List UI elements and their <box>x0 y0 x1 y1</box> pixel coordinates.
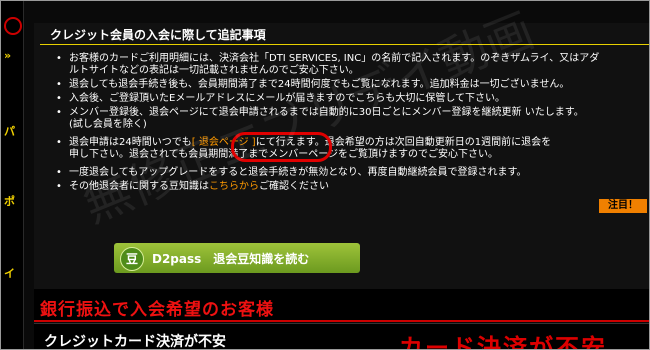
note-tips: その他退会者に関する豆知識はこちらからご確認ください <box>56 181 649 193</box>
bank-transfer-title: 銀行振込で入会希望のお客様 <box>40 300 274 320</box>
note-renewal: メンバー登録後、退会ページにて退会申請されるまでは自動的に30日ごとにメンバー登… <box>56 107 649 131</box>
bank-transfer-section: 銀行振込で入会希望のお客様 <box>34 289 649 322</box>
red-divider <box>34 320 649 322</box>
attention-badge: 注目！ <box>599 199 647 213</box>
nav-item-i[interactable]: イ <box>4 265 15 281</box>
nav-item-po[interactable]: ポ <box>4 193 15 209</box>
credit-card-accent: カード決済が不安 <box>399 334 607 350</box>
panel-title: クレジット会員の入会に際して追記事項 <box>50 28 266 42</box>
tips-link[interactable]: こちらから <box>209 181 259 192</box>
panel-header: クレジット会員の入会に際して追記事項 <box>40 24 649 45</box>
notes-list: お客様のカードご利用明細には、決済会社「DTI SERVICES, INC」の名… <box>56 53 649 195</box>
read-tips-button-label: D2pass 退会豆知識を読む <box>152 252 310 266</box>
note-billing: お客様のカードご利用明細には、決済会社「DTI SERVICES, INC」の名… <box>56 53 649 77</box>
note-cancel: 退会申請は24時間いつでも[ 退会ページ ]にて行えます。退会希望の方は次回自動… <box>56 132 649 162</box>
page-frame: » パ ポ イ クレジット会員の入会に際して追記事項 お客様のカードご利用明細に… <box>0 0 650 350</box>
read-tips-button[interactable]: 豆 D2pass 退会豆知識を読む <box>114 243 360 273</box>
credit-card-title: クレジットカード決済が不安 <box>44 334 226 350</box>
left-nav-strip: » パ ポ イ <box>1 1 24 349</box>
credit-card-section: クレジットカード決済が不安 カード決済が不安 <box>34 323 649 350</box>
bean-icon: 豆 <box>120 247 144 271</box>
highlight-circle <box>231 132 332 162</box>
nav-arrow-icon[interactable]: » <box>4 49 11 62</box>
nav-item-pa[interactable]: パ <box>4 123 15 139</box>
note-email: 入会後、ご登録頂いたEメールアドレスにメールが届きますのでこちらも大切に保管して… <box>56 93 649 105</box>
notice-panel: クレジット会員の入会に際して追記事項 お客様のカードご利用明細には、決済会社「D… <box>34 23 649 289</box>
note-upgrade: 一度退会してもアップグレードをすると退会手続きが無効となり、再度自動継続会員で登… <box>56 167 649 179</box>
note-access: 退会しても退会手続き後も、会員期間満了まで24時間何度でもご覧になれます。追加料… <box>56 79 649 91</box>
no-entry-icon <box>4 17 22 35</box>
site-logo[interactable] <box>2 3 22 45</box>
